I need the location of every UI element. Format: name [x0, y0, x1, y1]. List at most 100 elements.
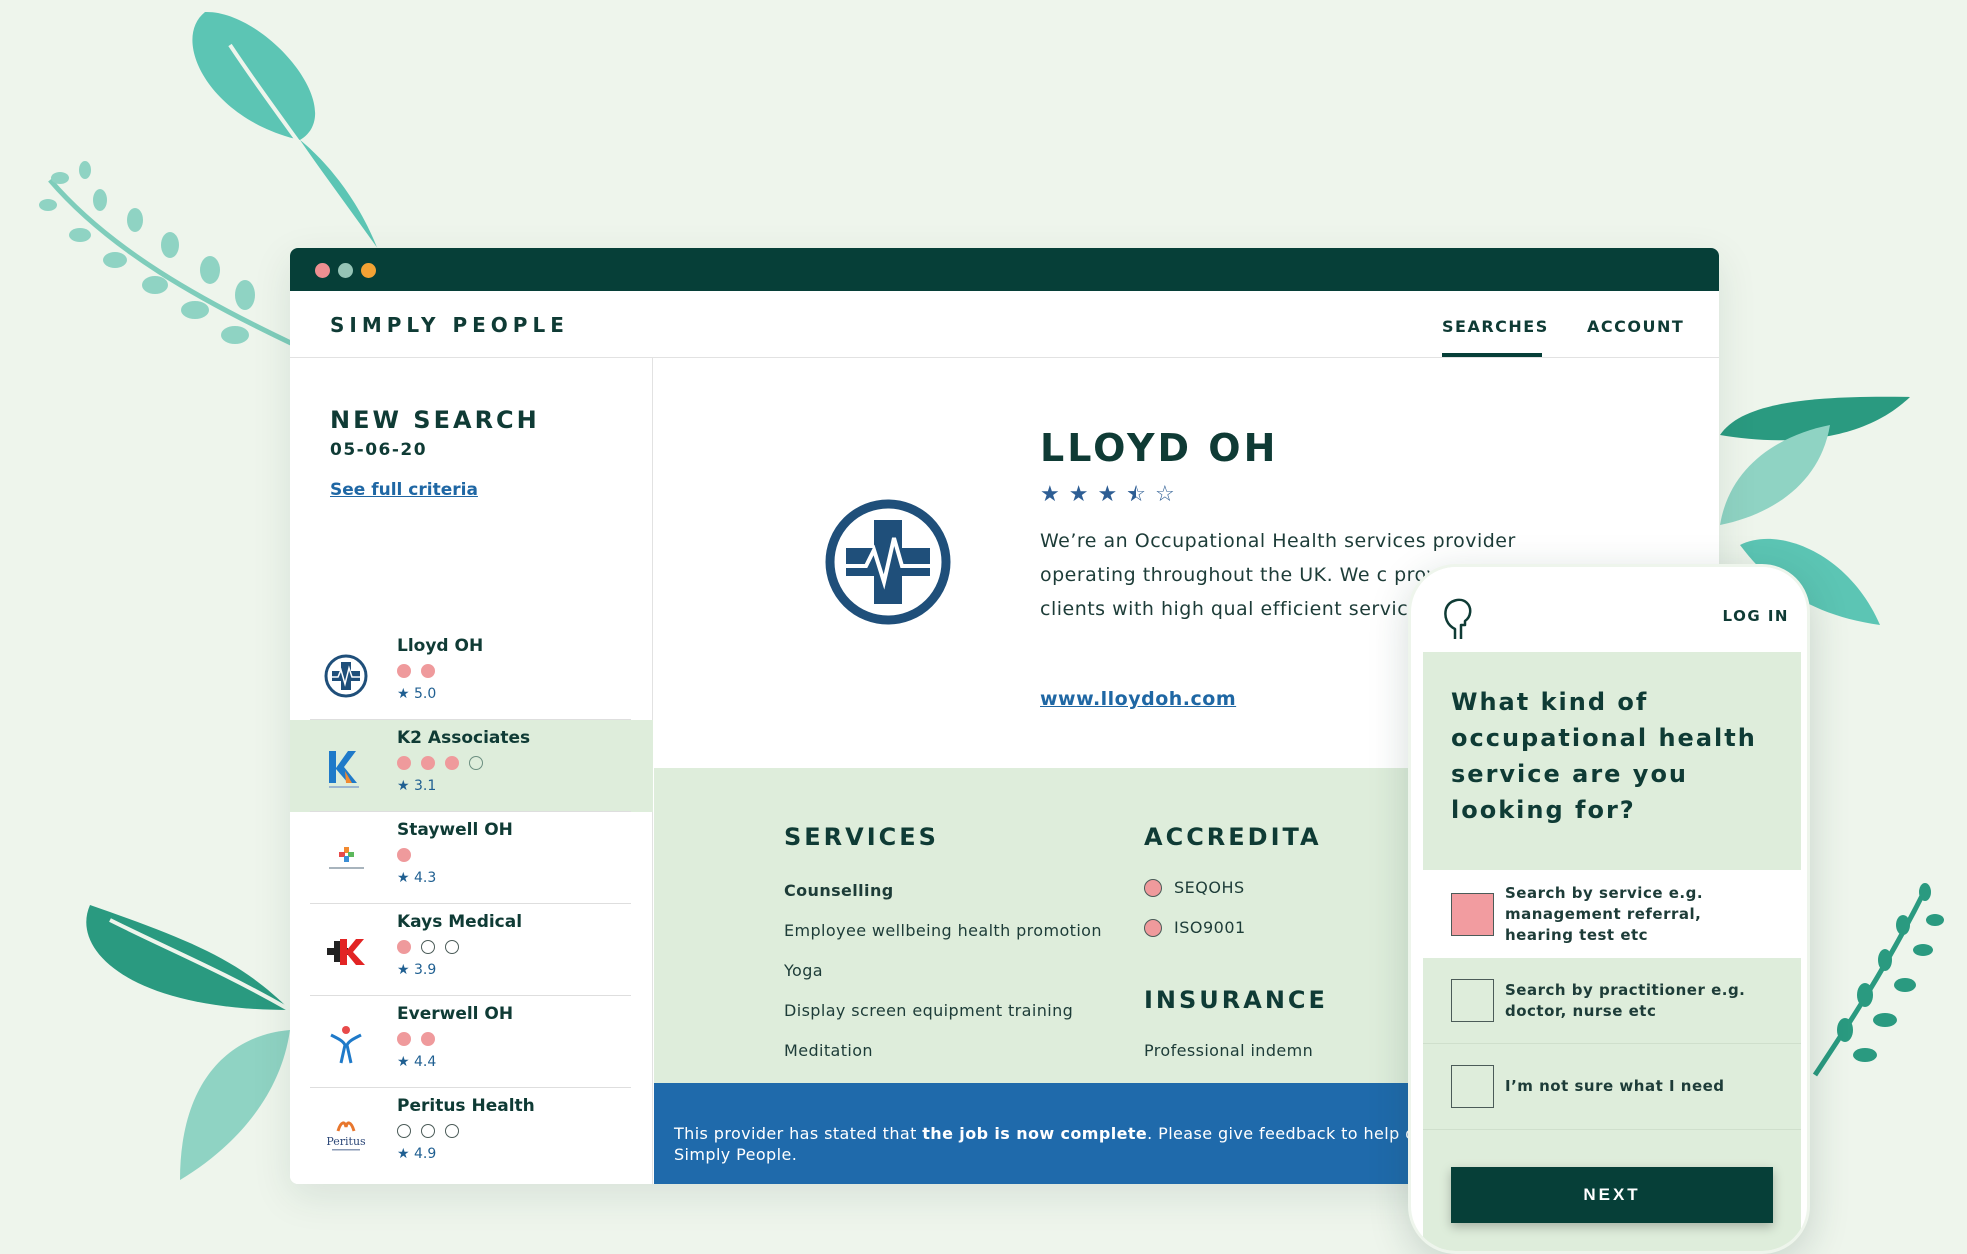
accreditation-label: SEQOHS: [1174, 878, 1245, 897]
minimize-window-dot[interactable]: [338, 263, 353, 278]
kays-medical-logo: [320, 926, 372, 978]
app-header: SIMPLY PEOPLE SEARCHES ACCOUNT: [290, 291, 1719, 358]
match-empty-icon: [421, 1124, 435, 1138]
provider-star-rating: ★ ★ ★ ☆★ ☆: [1040, 482, 1175, 507]
match-filled-icon: [421, 664, 435, 678]
match-filled-icon: [397, 940, 411, 954]
option-checkbox[interactable]: [1451, 892, 1494, 936]
provider-name: Kays Medical: [397, 912, 523, 932]
nav-searches[interactable]: SEARCHES: [1442, 317, 1549, 336]
provider-item-lloyd-oh[interactable]: Lloyd OH ★ 5.0: [290, 628, 653, 720]
insurance-heading: INSURANCE: [1144, 986, 1328, 1014]
match-indicators: [397, 756, 483, 770]
vine-decoration-right: [1812, 883, 1944, 1077]
nav-account[interactable]: ACCOUNT: [1587, 317, 1684, 336]
head-profile-logo-icon[interactable]: [1441, 595, 1473, 643]
service-item: Display screen equipment training: [784, 1001, 1074, 1020]
option-search-by-practitioner[interactable]: Search by practitioner e.g. doctor, nurs…: [1423, 958, 1801, 1044]
match-filled-icon: [397, 1032, 411, 1046]
svg-text:Peritus: Peritus: [326, 1135, 366, 1148]
provider-rating: ★ 4.3: [397, 870, 437, 886]
provider-name: K2 Associates: [397, 728, 531, 748]
banner-text: This provider has stated that: [674, 1124, 923, 1143]
rating-value: 4.4: [414, 1054, 437, 1070]
provider-title: LLOYD OH: [1040, 426, 1279, 470]
search-title: NEW SEARCH: [330, 406, 540, 434]
match-filled-icon: [397, 664, 411, 678]
option-label: Search by practitioner e.g. doctor, nurs…: [1505, 980, 1746, 1020]
mobile-device: LOG IN What kind of occupational health …: [1408, 564, 1810, 1254]
match-empty-icon: [469, 756, 483, 770]
service-item: Employee wellbeing health promotion: [784, 921, 1102, 940]
option-label: I’m not sure what I need: [1505, 1077, 1725, 1095]
provider-name: Peritus Health: [397, 1096, 535, 1116]
match-indicators: [397, 1032, 435, 1046]
banner-text-bold: the job is now complete: [922, 1124, 1148, 1143]
search-sidebar: NEW SEARCH 05-06-20 See full criteria Ll…: [290, 358, 653, 1184]
provider-name: Staywell OH: [397, 820, 513, 840]
window-titlebar: [290, 248, 1719, 291]
question-panel: What kind of occupational health service…: [1423, 652, 1801, 870]
rating-value: 3.1: [414, 778, 437, 794]
brand-logo-text[interactable]: SIMPLY PEOPLE: [330, 313, 569, 337]
match-filled-icon: [421, 1032, 435, 1046]
match-filled-icon: [445, 756, 459, 770]
provider-rating: ★ 4.4: [397, 1054, 437, 1070]
match-filled-icon: [397, 756, 411, 770]
lloyd-oh-large-logo: [825, 499, 951, 625]
peritus-logo: Peritus: [320, 1110, 372, 1162]
provider-rating: ★ 5.0: [397, 686, 437, 702]
provider-website-link[interactable]: www.lloydoh.com: [1040, 688, 1236, 710]
provider-item-staywell-oh[interactable]: Staywell OH ★ 4.3: [290, 812, 653, 904]
service-item: Meditation: [784, 1041, 873, 1060]
question-text: What kind of occupational health service…: [1451, 688, 1757, 824]
login-button[interactable]: LOG IN: [1723, 607, 1789, 625]
close-window-dot[interactable]: [315, 263, 330, 278]
provider-item-k2-associates[interactable]: K2 Associates ★ 3.1: [290, 720, 653, 812]
provider-item-peritus-health[interactable]: Peritus Peritus Health ★ 4.9: [290, 1088, 653, 1180]
next-button[interactable]: NEXT: [1451, 1167, 1773, 1223]
vine-decoration-left: [39, 161, 297, 348]
match-filled-icon: [397, 848, 411, 862]
match-indicators: [397, 664, 435, 678]
rating-value: 3.9: [414, 962, 437, 978]
insurance-item: Professional indemn: [1144, 1041, 1314, 1060]
rating-value: 4.9: [414, 1146, 437, 1162]
full-criteria-link[interactable]: See full criteria: [330, 480, 478, 500]
leaf-decoration-bottom-left: [86, 905, 291, 1180]
rating-value: 4.3: [414, 870, 437, 886]
everwell-logo: [320, 1018, 372, 1070]
provider-rating: ★ 3.1: [397, 778, 437, 794]
option-checkbox[interactable]: [1451, 979, 1494, 1022]
maximize-window-dot[interactable]: [361, 263, 376, 278]
provider-item-everwell-oh[interactable]: Everwell OH ★ 4.4: [290, 996, 653, 1088]
option-label: Search by service e.g. management referr…: [1505, 883, 1704, 944]
accreditations-heading: ACCREDITA: [1144, 823, 1322, 851]
provider-list: Lloyd OH ★ 5.0 K2 Associates ★ 3.1 Stayw…: [290, 628, 653, 1180]
provider-rating: ★ 3.9: [397, 962, 437, 978]
match-empty-icon: [421, 940, 435, 954]
active-nav-indicator: [1442, 353, 1542, 357]
star-filled-icon: ★: [1068, 482, 1089, 507]
staywell-logo: [320, 834, 372, 886]
service-item: Counselling: [784, 881, 894, 900]
match-empty-icon: [445, 940, 459, 954]
services-heading: SERVICES: [784, 823, 939, 851]
accreditation-item: ISO9001: [1144, 918, 1246, 937]
option-not-sure[interactable]: I’m not sure what I need: [1423, 1044, 1801, 1130]
search-date: 05-06-20: [330, 440, 428, 460]
option-checkbox[interactable]: [1451, 1065, 1494, 1108]
match-filled-icon: [421, 756, 435, 770]
provider-name: Everwell OH: [397, 1004, 514, 1024]
match-indicators: [397, 848, 411, 862]
star-empty-icon: ☆: [1154, 482, 1175, 507]
mobile-header: LOG IN: [1423, 567, 1801, 652]
provider-name: Lloyd OH: [397, 636, 484, 656]
star-half-icon: ☆★: [1126, 482, 1146, 507]
provider-item-kays-medical[interactable]: Kays Medical ★ 3.9: [290, 904, 653, 996]
option-search-by-service[interactable]: Search by service e.g. management referr…: [1423, 870, 1801, 958]
rating-value: 5.0: [414, 686, 437, 702]
accreditation-badge-icon: [1144, 918, 1162, 937]
match-indicators: [397, 940, 459, 954]
match-empty-icon: [445, 1124, 459, 1138]
